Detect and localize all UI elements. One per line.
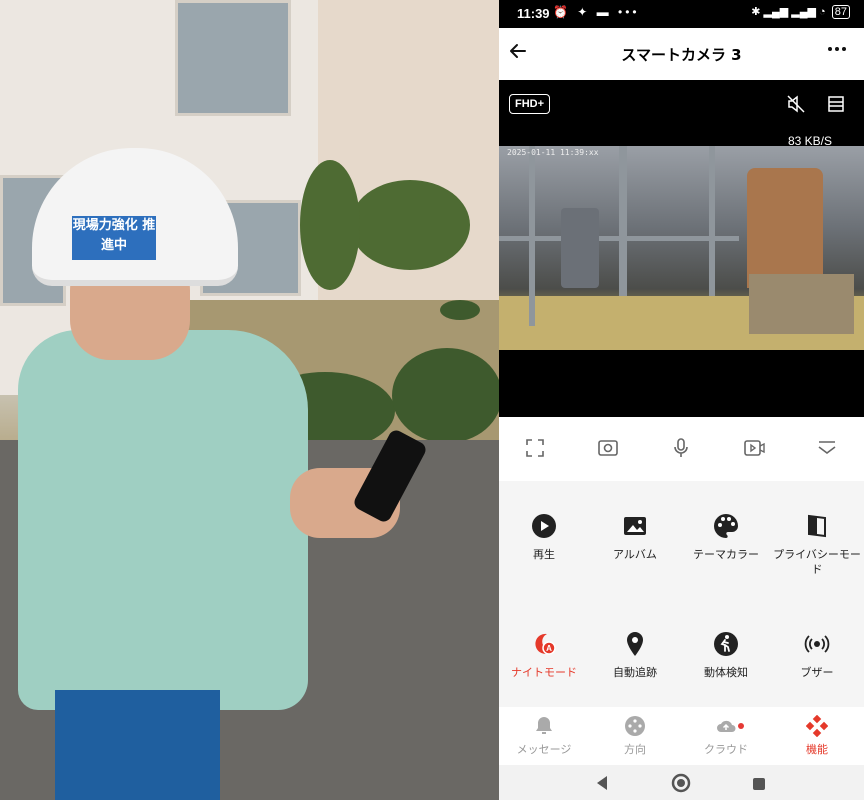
system-back-icon[interactable] <box>595 775 609 795</box>
photo-worker-using-phone: 現場力強化 推進中 <box>0 0 499 800</box>
privacy-icon <box>804 513 830 539</box>
battery-icon: 87 <box>831 5 850 19</box>
notification-icons: ⏰ ✦ ▬ ••• <box>553 5 640 19</box>
system-home-icon[interactable] <box>671 773 691 797</box>
more-icon[interactable] <box>826 38 848 65</box>
shrub <box>392 348 499 443</box>
feature-theme-color[interactable]: テーマカラー <box>681 513 771 562</box>
feature-buzzer[interactable]: ブザー <box>772 631 862 680</box>
page-title: スマートカメラ 3 <box>621 46 742 64</box>
svg-text:A: A <box>546 644 552 653</box>
layout-icon[interactable] <box>826 94 846 114</box>
buzzer-icon <box>804 631 830 657</box>
play-icon <box>531 513 557 539</box>
feature-album[interactable]: アルバム <box>590 513 680 562</box>
video-record-icon[interactable] <box>743 437 765 459</box>
feature-auto-tracking[interactable]: 自動追跡 <box>590 631 680 680</box>
tab-direction[interactable]: 方向 <box>590 715 680 757</box>
microphone-icon[interactable] <box>670 437 692 459</box>
features-icon <box>805 714 829 738</box>
feature-motion-detection[interactable]: 動体検知 <box>681 631 771 680</box>
quality-button[interactable]: FHD+ <box>509 94 551 114</box>
system-navigation-bar <box>499 765 864 800</box>
bell-icon <box>533 715 555 737</box>
direction-icon <box>624 715 646 737</box>
status-bar: 11:39 ⏰ ✦ ▬ ••• ✱ ▂▄▆ ▂▄▆ ◔ 87 <box>499 0 864 28</box>
feature-night-mode[interactable]: A ナイトモード <box>499 631 589 680</box>
palette-icon <box>713 513 739 539</box>
worker-uniform <box>18 330 308 710</box>
collapse-icon[interactable] <box>816 437 838 459</box>
feature-privacy-mode[interactable]: プライバシーモード <box>772 513 862 577</box>
tab-messages[interactable]: メッセージ <box>499 715 589 757</box>
cloud-icon <box>715 715 737 737</box>
fullscreen-icon[interactable] <box>524 437 546 459</box>
system-recents-icon[interactable] <box>752 776 766 795</box>
notification-badge <box>738 723 744 729</box>
helmet-sticker: 現場力強化 推進中 <box>72 216 156 260</box>
motion-detect-icon <box>713 631 739 657</box>
location-pin-icon <box>622 631 648 657</box>
camera-app-screen: 11:39 ⏰ ✦ ▬ ••• ✱ ▂▄▆ ▂▄▆ ◔ 87 スマートカメラ 3… <box>499 0 864 800</box>
video-timestamp: 2025-01-11 11:39:xx <box>507 148 599 157</box>
feature-grid: 再生 アルバム テーマカラー プライバシーモード A ナイトモード 自動追跡 動… <box>499 481 864 707</box>
camera-feed: 2025-01-11 11:39:xx <box>499 146 864 350</box>
mute-icon[interactable] <box>786 94 806 114</box>
feature-playback[interactable]: 再生 <box>499 513 589 562</box>
shrub <box>440 300 480 320</box>
bottom-navigation: メッセージ 方向 クラウド 機能 <box>499 707 864 765</box>
pine-tree <box>300 160 360 290</box>
tab-cloud[interactable]: クラウド <box>681 715 771 757</box>
live-video-area[interactable]: FHD+ 83 KB/S 2025-01-11 11:39:xx <box>499 80 864 417</box>
app-bar: スマートカメラ 3 <box>499 28 864 80</box>
screenshot-icon[interactable] <box>597 437 619 459</box>
worker-pants <box>55 690 220 800</box>
signal-icons: ✱ ▂▄▆ ▂▄▆ ◔ <box>751 6 826 18</box>
tab-features[interactable]: 機能 <box>772 714 862 757</box>
night-mode-icon: A <box>531 631 557 657</box>
video-controls <box>499 417 864 481</box>
album-icon <box>622 513 648 539</box>
status-right: ✱ ▂▄▆ ▂▄▆ ◔ 87 <box>751 5 850 19</box>
status-time: 11:39 <box>517 6 550 21</box>
pine-tree <box>350 180 470 270</box>
